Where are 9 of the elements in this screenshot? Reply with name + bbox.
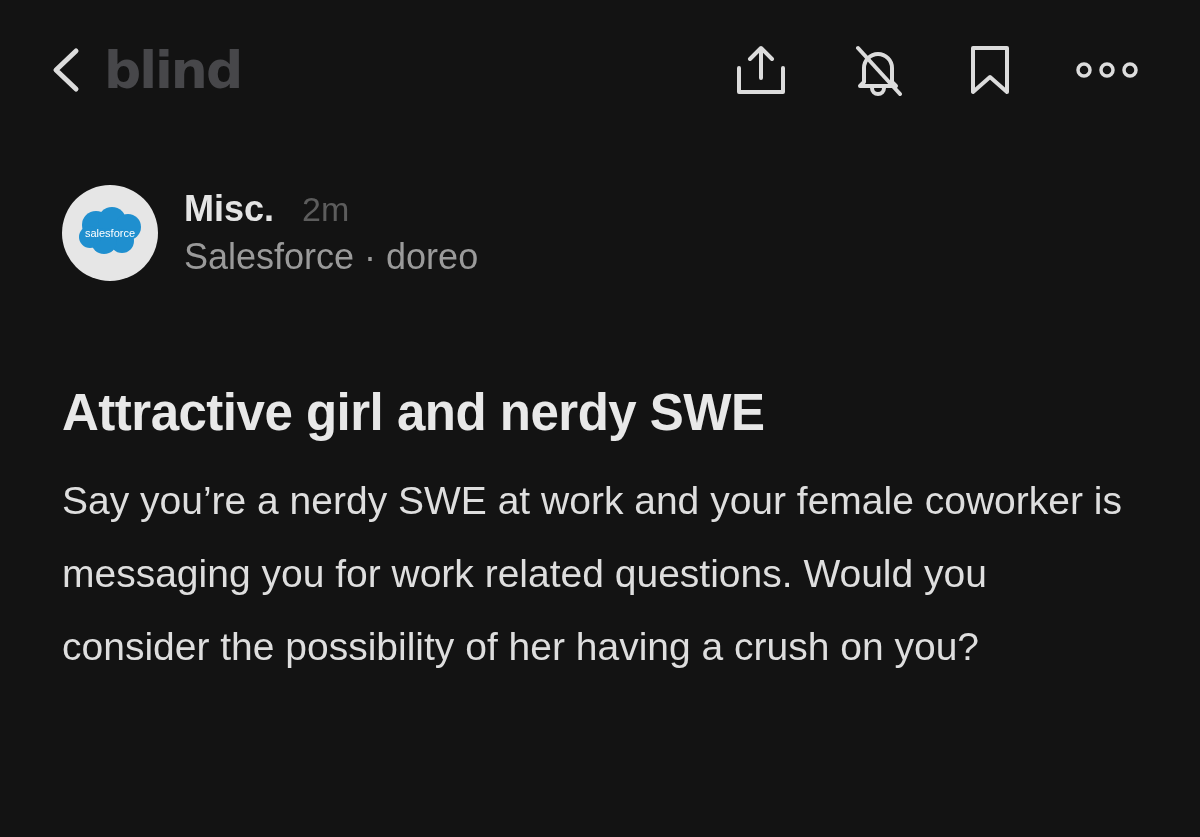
- post-title: Attractive girl and nerdy SWE: [62, 383, 766, 442]
- more-icon[interactable]: [1074, 60, 1140, 80]
- company-avatar: salesforce: [62, 185, 158, 281]
- channel-link[interactable]: Misc.: [184, 188, 275, 230]
- share-icon[interactable]: [734, 44, 788, 96]
- post-time: 2m: [302, 190, 350, 229]
- bookmark-icon[interactable]: [968, 44, 1012, 96]
- author-line: Salesforce · doreo: [184, 236, 479, 278]
- post-body: Say you’re a nerdy SWE at work and your female coworker is messaging you for work related questions. Would you consider the possibility of her having a crush on you?: [62, 478, 1123, 670]
